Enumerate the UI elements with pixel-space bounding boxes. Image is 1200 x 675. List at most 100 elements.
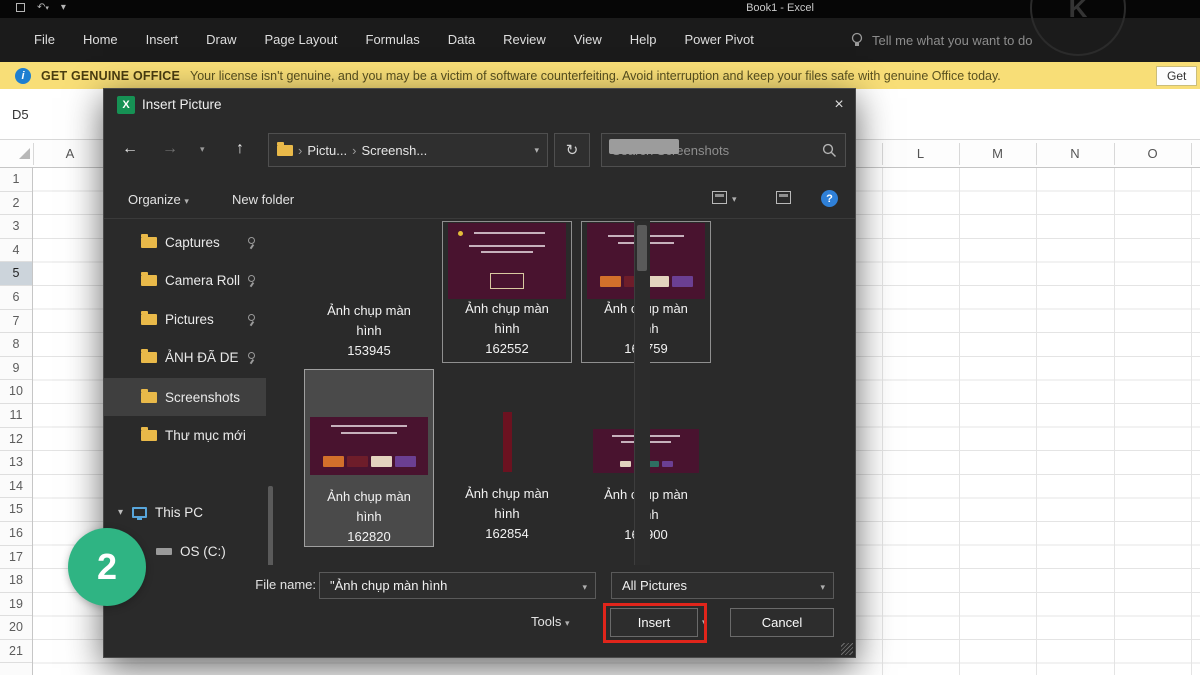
row-header[interactable]: 19 <box>0 593 32 617</box>
row-header[interactable]: 16 <box>0 522 32 546</box>
row-header[interactable]: 9 <box>0 357 32 381</box>
row-header[interactable]: 13 <box>0 451 32 475</box>
new-folder-button[interactable]: New folder <box>232 192 294 207</box>
ribbon-tab-page-layout[interactable]: Page Layout <box>251 18 352 62</box>
column-header-n[interactable]: N <box>1036 146 1114 161</box>
name-box[interactable]: D5 <box>12 107 29 122</box>
scrollbar-thumb[interactable] <box>637 225 647 271</box>
column-header-m[interactable]: M <box>959 146 1036 161</box>
sidebar-item-this-pc[interactable]: ▾ This PC <box>104 493 266 531</box>
file-id: 162820 <box>313 527 425 547</box>
column-header-o[interactable]: O <box>1114 146 1191 161</box>
row-header[interactable]: 2 <box>0 192 32 216</box>
row-header[interactable]: 10 <box>0 380 32 404</box>
dialog-title: Insert Picture <box>142 97 222 112</box>
file-item-162854[interactable]: Ảnh chụp màn hình 162854 <box>442 369 572 547</box>
row-header[interactable]: 7 <box>0 310 32 334</box>
sidebar-item-thu-muc-moi[interactable]: Thư mục mới <box>104 416 266 454</box>
thumbnail-view-icon[interactable] <box>712 191 727 204</box>
row-header[interactable]: 20 <box>0 616 32 640</box>
folder-icon <box>141 430 157 441</box>
breadcrumb-screenshots[interactable]: Screensh... <box>361 143 427 158</box>
tools-menu[interactable]: Tools ▾ <box>531 614 570 629</box>
file-item-162552[interactable]: Ảnh chụp màn hình 162552 <box>442 221 572 363</box>
cancel-button[interactable]: Cancel <box>730 608 834 637</box>
row-header-selected[interactable]: 5 <box>0 262 32 286</box>
preview-pane-icon[interactable] <box>776 191 791 204</box>
resize-grip[interactable] <box>841 643 853 655</box>
column-header-l[interactable]: L <box>882 146 959 161</box>
customize-qat-icon[interactable]: ▾ <box>61 2 66 13</box>
quick-access-toolbar: ↶▾ ▾ <box>16 2 66 13</box>
tell-me-box[interactable]: Tell me what you want to do <box>850 18 1032 62</box>
lightbulb-icon <box>850 32 864 48</box>
folder-icon <box>141 275 157 286</box>
row-header[interactable]: 17 <box>0 546 32 570</box>
chevron-down-icon[interactable]: ▾ <box>534 145 539 156</box>
ribbon-tab-review[interactable]: Review <box>489 18 560 62</box>
chevron-down-icon[interactable]: ▾ <box>732 194 737 205</box>
navigation-pane: Captures Camera Roll Pictures ẢNH ĐÃ DE <box>104 221 286 565</box>
sidebar-item-pictures[interactable]: Pictures <box>104 300 266 338</box>
computer-icon <box>132 507 147 518</box>
sidebar-item-camera-roll[interactable]: Camera Roll <box>104 261 266 299</box>
file-item-162820[interactable]: Ảnh chụp màn hình 162820 <box>304 369 434 547</box>
row-header[interactable]: 1 <box>0 168 32 192</box>
help-icon[interactable]: ? <box>821 190 838 207</box>
ribbon-tab-home[interactable]: Home <box>69 18 132 62</box>
ribbon-tab-help[interactable]: Help <box>616 18 671 62</box>
row-header[interactable]: 4 <box>0 239 32 263</box>
sidebar-scrollbar[interactable] <box>268 486 273 565</box>
ribbon-tab-file[interactable]: File <box>20 18 69 62</box>
row-header[interactable]: 3 <box>0 215 32 239</box>
undo-icon[interactable]: ↶▾ <box>37 2 49 13</box>
sidebar-item-screenshots[interactable]: Screenshots <box>104 378 266 416</box>
search-icon <box>822 143 837 158</box>
window-title: Book1 - Excel <box>690 2 870 14</box>
row-header[interactable]: 12 <box>0 428 32 452</box>
license-warning-bar: i GET GENUINE OFFICE Your license isn't … <box>0 62 1200 89</box>
forward-icon[interactable]: → <box>162 140 178 158</box>
file-name-value: "Ảnh chụp màn hình <box>330 578 447 593</box>
breadcrumb-pictures[interactable]: Pictu... <box>307 143 347 158</box>
row-header[interactable]: 14 <box>0 475 32 499</box>
sidebar-item-anh-da-de[interactable]: ẢNH ĐÃ DE <box>104 338 266 376</box>
file-item-153945[interactable]: Ảnh chụp màn hình 153945 <box>304 221 434 363</box>
back-icon[interactable]: ← <box>122 140 138 158</box>
row-header[interactable]: 8 <box>0 333 32 357</box>
breadcrumb[interactable]: › Pictu... › Screensh... ▾ <box>268 133 548 167</box>
file-id: 153945 <box>313 341 425 361</box>
row-header[interactable]: 21 <box>0 640 32 664</box>
folder-icon <box>277 145 293 156</box>
get-genuine-button[interactable]: Get <box>1156 66 1197 86</box>
row-header[interactable]: 18 <box>0 569 32 593</box>
sidebar-item-captures[interactable]: Captures <box>104 223 266 261</box>
column-header-a[interactable]: A <box>33 146 107 161</box>
folder-icon <box>141 352 157 363</box>
chevron-down-icon: ▾ <box>565 618 570 628</box>
refresh-icon: ↻ <box>566 141 579 159</box>
refresh-button[interactable]: ↻ <box>554 133 590 167</box>
row-header[interactable]: 11 <box>0 404 32 428</box>
organize-menu[interactable]: Organize ▾ <box>128 192 189 207</box>
ribbon-tab-formulas[interactable]: Formulas <box>352 18 434 62</box>
file-list-scrollbar[interactable] <box>634 221 650 565</box>
pin-icon <box>248 237 255 244</box>
row-header[interactable]: 6 <box>0 286 32 310</box>
ribbon-tab-data[interactable]: Data <box>434 18 489 62</box>
title-bar: ↶▾ ▾ Book1 - Excel <box>0 0 1200 18</box>
excel-icon: X <box>117 96 135 114</box>
file-type-combobox[interactable]: All Pictures ▾ <box>611 572 834 599</box>
ribbon-tab-insert[interactable]: Insert <box>132 18 193 62</box>
close-icon[interactable]: × <box>828 94 850 116</box>
ribbon-tab-view[interactable]: View <box>560 18 616 62</box>
recent-locations-icon[interactable]: ▾ <box>200 144 205 155</box>
ribbon-tab-draw[interactable]: Draw <box>192 18 250 62</box>
row-header[interactable]: 15 <box>0 498 32 522</box>
select-all-corner[interactable] <box>19 148 30 159</box>
ribbon-tab-power-pivot[interactable]: Power Pivot <box>671 18 768 62</box>
save-icon[interactable] <box>16 3 25 12</box>
file-name-combobox[interactable]: "Ảnh chụp màn hình ▾ <box>319 572 596 599</box>
pin-icon <box>248 314 255 321</box>
up-icon[interactable]: ↑ <box>236 140 244 158</box>
